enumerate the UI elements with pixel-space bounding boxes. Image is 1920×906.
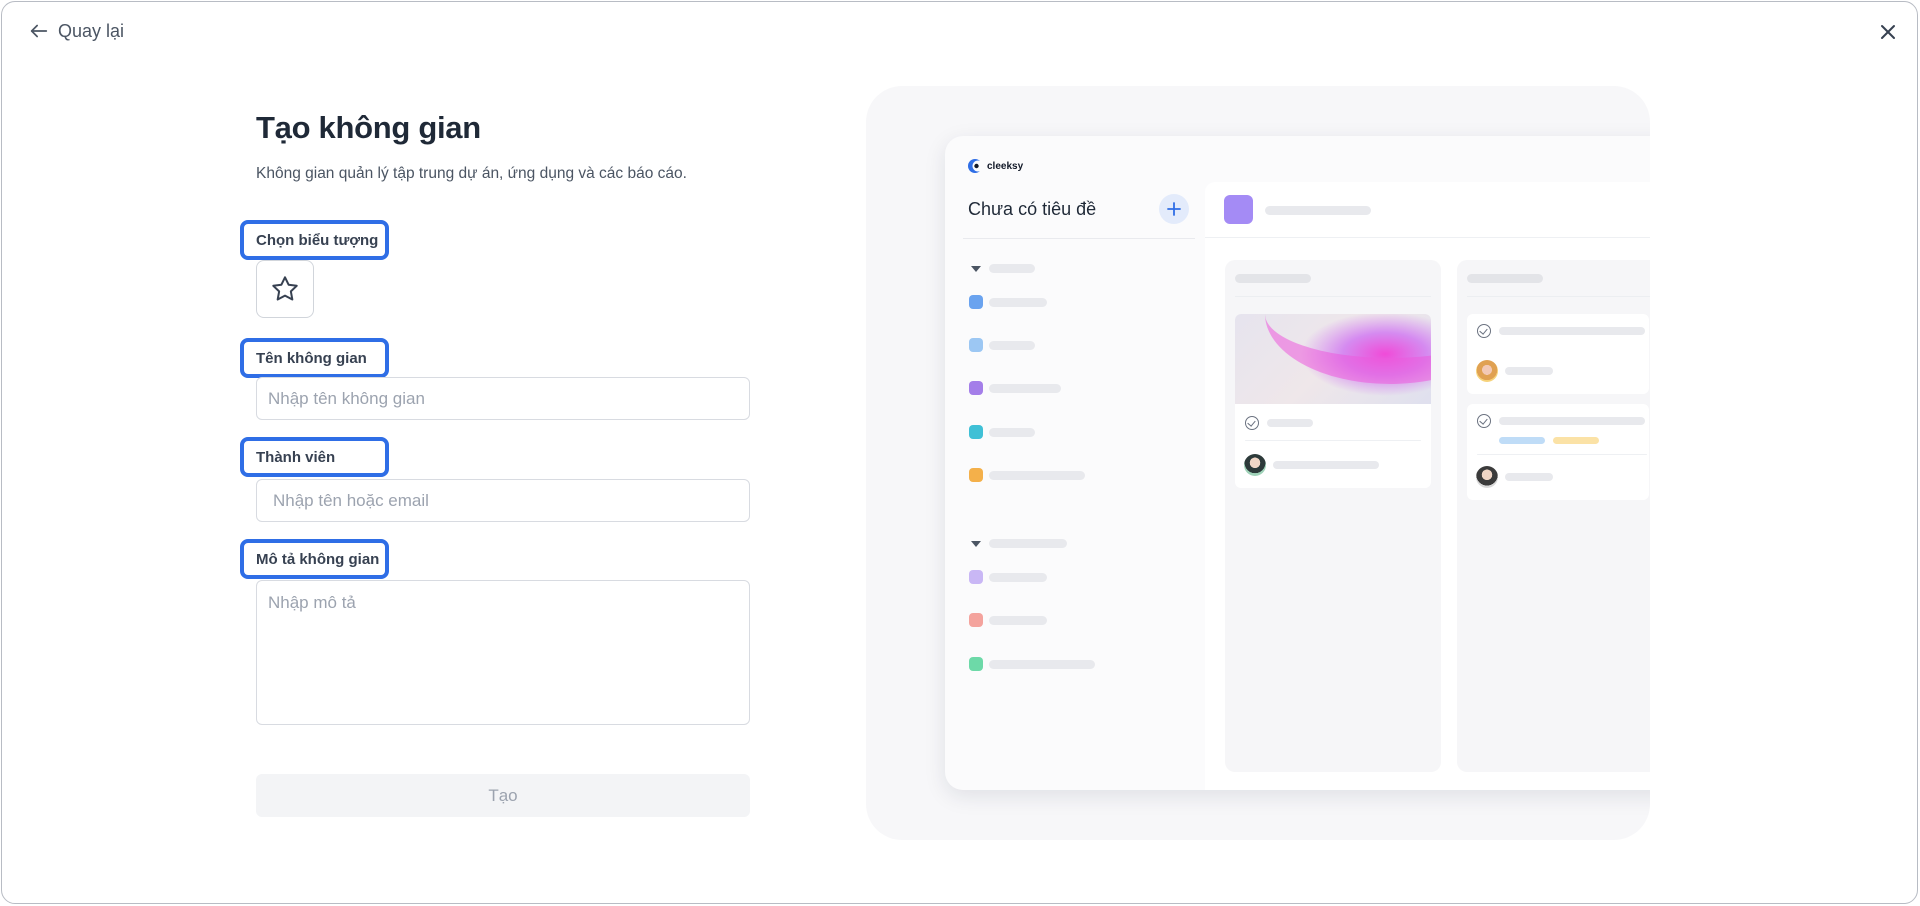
placeholder-bar bbox=[1499, 417, 1645, 425]
check-circle-icon bbox=[1245, 416, 1259, 430]
preview-separator bbox=[1205, 237, 1650, 238]
preview-main-panel bbox=[1205, 182, 1650, 790]
preview-card bbox=[1235, 314, 1431, 488]
tag-bar bbox=[1499, 437, 1545, 444]
cover-art bbox=[1265, 314, 1431, 384]
close-icon bbox=[1881, 25, 1895, 39]
preview-add-button bbox=[1159, 194, 1189, 224]
folder-square-icon bbox=[969, 468, 983, 482]
cleeksy-logo-icon bbox=[968, 159, 983, 173]
folder-square-icon bbox=[969, 613, 983, 627]
plus-icon bbox=[1167, 202, 1181, 216]
folder-square-icon bbox=[969, 570, 983, 584]
preview-card bbox=[1467, 314, 1649, 394]
check-circle-icon bbox=[1477, 414, 1491, 428]
preview-card-cover bbox=[1235, 314, 1431, 404]
star-icon bbox=[272, 276, 298, 301]
members-label: Thành viên bbox=[240, 437, 389, 477]
placeholder-bar bbox=[989, 573, 1047, 582]
folder-square-icon bbox=[969, 381, 983, 395]
name-label: Tên không gian bbox=[240, 338, 389, 378]
placeholder-bar bbox=[1273, 461, 1379, 469]
placeholder-bar bbox=[1505, 367, 1553, 375]
preview-separator bbox=[1477, 454, 1647, 455]
preview-separator bbox=[1235, 296, 1431, 297]
members-input[interactable] bbox=[256, 479, 750, 522]
placeholder-bar bbox=[989, 384, 1061, 393]
preview-logo-text: cleeksy bbox=[987, 160, 1024, 172]
back-label: Quay lại bbox=[58, 20, 125, 41]
preview-workspace-title: Chưa có tiêu đề bbox=[968, 199, 1097, 219]
placeholder-bar bbox=[989, 264, 1035, 273]
caret-down-icon bbox=[971, 266, 981, 272]
description-textarea[interactable] bbox=[256, 580, 750, 725]
name-input[interactable] bbox=[256, 377, 750, 420]
back-button[interactable]: Quay lại bbox=[28, 20, 124, 42]
placeholder-bar bbox=[1267, 419, 1313, 427]
description-label: Mô tả không gian bbox=[240, 539, 389, 579]
page-title: Tạo không gian bbox=[256, 110, 481, 145]
preview-separator bbox=[963, 238, 1195, 239]
preview-illustration: cleeksy Chưa có tiêu đề bbox=[866, 86, 1650, 840]
modal-frame: Quay lại Tạo không gian Không gian quản … bbox=[1, 1, 1918, 904]
arrow-left-icon bbox=[30, 24, 48, 38]
avatar bbox=[1476, 360, 1498, 382]
page-subtitle: Không gian quản lý tập trung dự án, ứng … bbox=[256, 165, 687, 182]
placeholder-bar bbox=[1265, 206, 1371, 215]
preview-card bbox=[1467, 404, 1649, 500]
placeholder-bar bbox=[989, 471, 1085, 480]
placeholder-bar bbox=[1505, 473, 1553, 481]
preview-app-window: cleeksy Chưa có tiêu đề bbox=[945, 136, 1650, 790]
placeholder-bar bbox=[1499, 327, 1645, 335]
placeholder-bar bbox=[989, 539, 1067, 548]
placeholder-bar bbox=[989, 298, 1047, 307]
tag-bar bbox=[1553, 437, 1599, 444]
preview-board-column bbox=[1457, 260, 1650, 772]
close-button[interactable] bbox=[1876, 20, 1900, 44]
folder-square-icon bbox=[969, 295, 983, 309]
preview-space-avatar bbox=[1224, 195, 1253, 224]
preview-board-column bbox=[1225, 260, 1441, 772]
placeholder-bar bbox=[989, 341, 1035, 350]
icon-picker-button[interactable] bbox=[256, 260, 314, 318]
placeholder-bar bbox=[1235, 274, 1311, 283]
preview-separator bbox=[1245, 440, 1421, 441]
placeholder-bar bbox=[989, 660, 1095, 669]
preview-separator bbox=[1467, 296, 1650, 297]
create-button[interactable]: Tạo bbox=[256, 774, 750, 817]
avatar bbox=[1244, 454, 1266, 476]
caret-down-icon bbox=[971, 541, 981, 547]
icon-label: Chọn biểu tượng bbox=[240, 220, 389, 260]
placeholder-bar bbox=[989, 428, 1035, 437]
folder-square-icon bbox=[969, 657, 983, 671]
preview-logo: cleeksy bbox=[967, 158, 1023, 174]
folder-square-icon bbox=[969, 338, 983, 352]
avatar bbox=[1476, 466, 1498, 488]
placeholder-bar bbox=[989, 616, 1047, 625]
folder-square-icon bbox=[969, 425, 983, 439]
check-circle-icon bbox=[1477, 324, 1491, 338]
placeholder-bar bbox=[1467, 274, 1543, 283]
